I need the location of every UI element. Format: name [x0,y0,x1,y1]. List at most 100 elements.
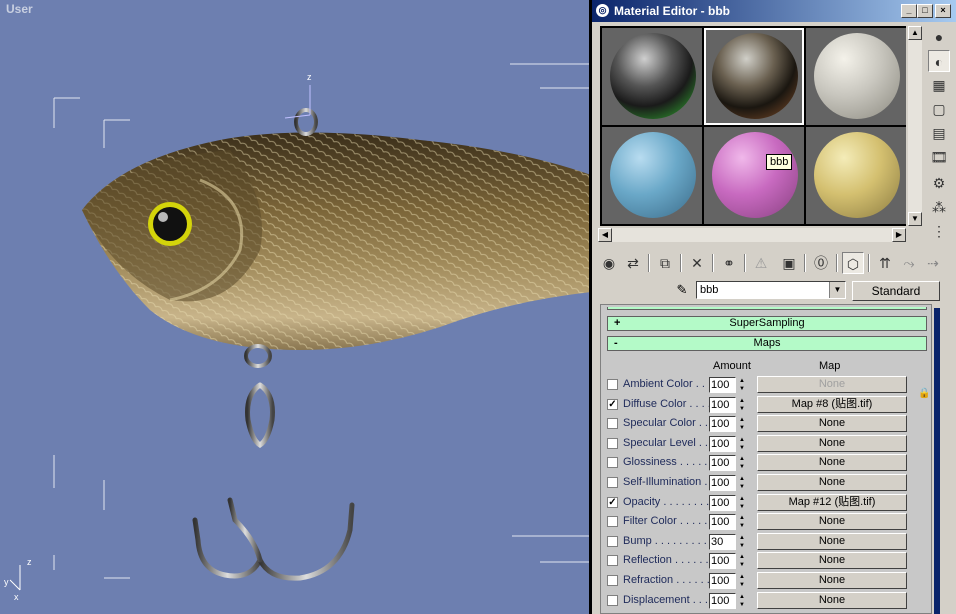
amount-spinner-icon[interactable]: ▲ ▼ [737,455,747,471]
amount-spinner-icon[interactable]: ▲ ▼ [737,416,747,432]
map-enable-checkbox[interactable] [607,516,618,528]
get-material-icon[interactable]: ◉ [598,252,620,274]
scroll-down-arrow-icon[interactable]: ▼ [908,212,922,226]
map-enable-checkbox[interactable]: ✓ [607,496,618,508]
map-slot-button[interactable]: Map #12 (贴图.tif) [757,493,907,511]
scroll-right-arrow-icon[interactable]: ▶ [892,228,906,242]
sample-slot-2[interactable] [704,28,804,125]
map-amount-field[interactable]: 100 [709,494,736,511]
rollout-scrollbar[interactable] [934,304,940,614]
material-name-field[interactable]: bbb ▼ [696,281,846,299]
maximize-button[interactable]: □ [917,4,933,18]
map-slot-button[interactable]: None [757,513,907,531]
viewport-label[interactable]: User [6,2,33,16]
amount-spinner-icon[interactable]: ▲ ▼ [737,553,747,569]
scroll-up-arrow-icon[interactable]: ▲ [908,26,922,40]
map-amount-field[interactable]: 100 [709,416,736,433]
material-toolbar: ◉ ⇄ ⧉ ✕ ⚭ ⚠ ▣ ⓪ ⬡ ⇈ ⤳ ⇢ [598,250,948,276]
amount-spinner-icon[interactable]: ▲ ▼ [737,397,747,413]
sample-slot-1[interactable] [602,28,702,125]
map-enable-checkbox[interactable]: ✓ [607,398,618,410]
put-to-library-icon[interactable]: ⚠ [750,252,772,274]
samples-vertical-scrollbar[interactable]: ▲ ▼ [908,26,922,226]
map-slot-button[interactable]: None [757,415,907,433]
map-amount-field[interactable]: 100 [709,592,736,609]
map-enable-checkbox[interactable] [607,555,618,567]
title-bar[interactable]: ◎ Material Editor - bbb _ □ × [592,0,956,22]
map-amount-field[interactable]: 100 [709,435,736,452]
map-enable-checkbox[interactable] [607,437,618,449]
map-slot-button[interactable]: None [757,474,907,491]
show-map-in-viewport-icon[interactable]: ⓪ [810,252,832,274]
chevron-down-icon[interactable]: ▼ [829,282,845,298]
map-slot-button[interactable]: None [757,434,907,452]
map-enable-checkbox[interactable] [607,535,618,547]
map-slot-button[interactable]: None [757,454,907,472]
show-end-result-icon[interactable]: ⬡ [842,252,864,274]
background-checker-icon[interactable]: ▦ [928,74,950,96]
make-unique-icon[interactable]: ⚭ [718,252,740,274]
samples-horizontal-scrollbar[interactable]: ◀ ▶ [598,228,906,242]
map-amount-field[interactable]: 100 [709,553,736,570]
assign-to-selection-icon[interactable]: ⧉ [654,252,676,274]
user-viewport[interactable]: z z x y User [0,0,591,614]
map-slot-button[interactable]: None [757,591,907,609]
rollout-supersampling[interactable]: + SuperSampling [607,316,927,331]
map-enable-checkbox[interactable] [607,457,618,469]
map-slot-button[interactable]: None [757,532,907,550]
scroll-left-arrow-icon[interactable]: ◀ [598,228,612,242]
rollout-collapse-icon: - [614,337,618,349]
map-slot-button[interactable]: None [757,572,907,589]
map-slot-button[interactable]: None [757,376,907,393]
reset-map-icon[interactable]: ✕ [686,252,708,274]
map-enable-checkbox[interactable] [607,418,618,430]
go-to-parent-icon[interactable]: ⇈ [874,252,896,274]
go-forward-to-sibling-icon[interactable]: ⤳ [898,252,920,274]
map-enable-checkbox[interactable] [607,379,618,390]
map-amount-field[interactable]: 100 [709,455,736,472]
close-button[interactable]: × [935,4,951,18]
minimize-button[interactable]: _ [901,4,917,18]
put-to-scene-icon[interactable]: ⇄ [622,252,644,274]
map-enable-checkbox[interactable] [607,594,618,606]
backlight-icon[interactable]: ◐ [928,50,950,72]
amount-spinner-icon[interactable]: ▲ ▼ [737,475,747,491]
map-enable-checkbox[interactable] [607,575,618,586]
map-slot-button[interactable]: None [757,552,907,570]
lock-icon[interactable]: 🔒 [918,388,930,402]
map-amount-field[interactable]: 100 [709,514,736,531]
material-id-icon[interactable]: ⇢ [922,252,944,274]
material-effects-channel-icon[interactable]: ▣ [778,252,800,274]
map-amount-field[interactable]: 100 [709,396,736,413]
eyedropper-icon[interactable]: ✎ [672,282,692,300]
map-row: Specular Color . . 100 ▲ ▼ None [601,415,931,434]
video-color-check-icon[interactable]: ▤ [928,122,950,144]
rollout-scroll-thumb[interactable] [934,308,940,614]
map-amount-field[interactable]: 30 [709,533,736,550]
map-slot-button[interactable]: Map #8 (贴图.tif) [757,395,907,413]
make-preview-icon[interactable]: 🎞 [928,146,950,168]
amount-spinner-icon[interactable]: ▲ ▼ [737,534,747,550]
sample-slot-6[interactable] [806,127,906,224]
amount-spinner-icon[interactable]: ▲ ▼ [737,593,747,609]
options-icon[interactable]: ⚙ [928,172,950,194]
sample-uv-tiling-icon[interactable]: ▢ [928,98,950,120]
amount-spinner-icon[interactable]: ▲ ▼ [737,573,747,589]
select-by-material-icon[interactable]: ⁂ [928,196,950,218]
amount-spinner-icon[interactable]: ▲ ▼ [737,514,747,530]
map-amount-field[interactable]: 100 [709,377,736,393]
material-map-navigator-icon[interactable]: ⋮ [928,220,950,242]
amount-spinner-icon[interactable]: ▲ ▼ [737,495,747,511]
sample-type-icon[interactable]: ● [928,26,950,48]
sample-slot-4[interactable] [602,127,702,224]
material-type-button[interactable]: Standard [852,281,940,301]
sample-slot-5[interactable] [704,127,804,224]
amount-spinner-icon[interactable]: ▲ ▼ [737,377,747,393]
svg-text:y: y [4,577,9,587]
amount-spinner-icon[interactable]: ▲ ▼ [737,436,747,452]
map-amount-field[interactable]: 100 [709,475,736,491]
map-amount-field[interactable]: 100 [709,573,736,589]
rollout-maps[interactable]: - Maps [607,336,927,351]
sample-slot-3[interactable] [806,28,906,125]
map-enable-checkbox[interactable] [607,477,618,488]
